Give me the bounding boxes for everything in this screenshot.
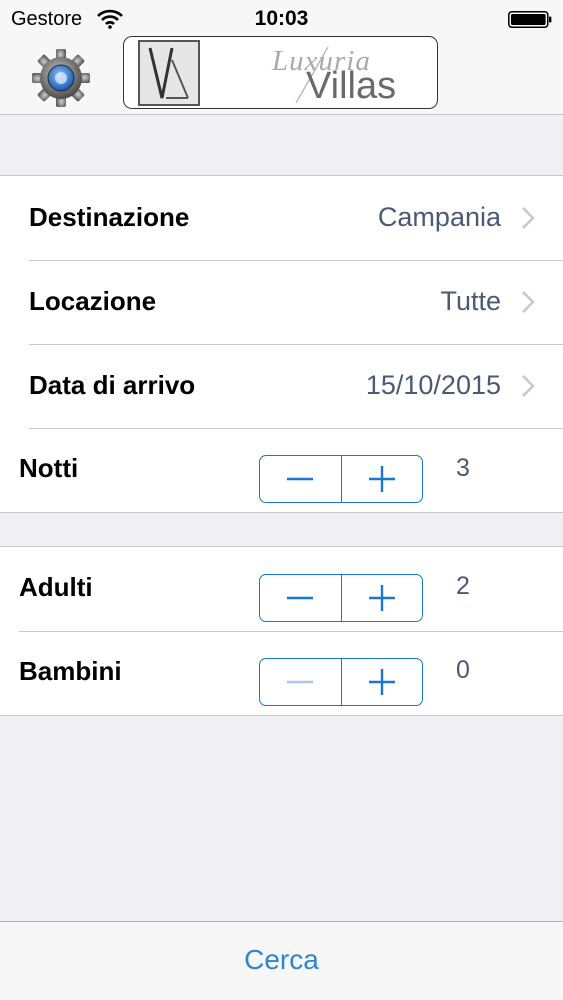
nights-row: Notti 3 <box>0 429 563 513</box>
location-value: Tutte <box>440 286 501 316</box>
children-stepper[interactable] <box>259 658 423 706</box>
adults-increment-button[interactable] <box>340 575 423 621</box>
plus-icon <box>368 585 395 611</box>
arrival-date-row[interactable]: Data di arrivo 15/10/2015 <box>0 345 563 428</box>
children-label: Bambini <box>19 656 122 686</box>
minus-icon <box>287 680 314 684</box>
chevron-right-icon <box>522 375 535 397</box>
search-form-section-1: Destinazione Campania Locazione Tutte Da… <box>0 175 563 513</box>
adults-row: Adulti 2 <box>0 547 563 631</box>
search-button[interactable]: Cerca <box>0 944 563 976</box>
children-value: 0 <box>456 656 470 684</box>
arrival-date-label: Data di arrivo <box>29 370 196 400</box>
nights-value: 3 <box>456 454 470 482</box>
location-row[interactable]: Locazione Tutte <box>0 261 563 344</box>
children-increment-button[interactable] <box>340 659 423 705</box>
brand-logo: Luxuria Villas <box>123 36 438 109</box>
adults-value: 2 <box>456 572 470 600</box>
adults-stepper[interactable] <box>259 574 423 622</box>
bottom-toolbar: Cerca <box>0 921 563 1000</box>
minus-icon <box>287 477 314 481</box>
destination-label: Destinazione <box>29 202 190 232</box>
destination-value: Campania <box>377 202 501 232</box>
adults-label: Adulti <box>19 572 93 602</box>
logo-word-text: Villas <box>306 65 397 107</box>
children-decrement-button[interactable] <box>260 659 341 705</box>
search-form-section-2: Adulti 2 Bambini 0 <box>0 546 563 716</box>
nights-label: Notti <box>19 453 79 483</box>
nights-stepper[interactable] <box>259 455 423 503</box>
chevron-right-icon <box>522 207 535 229</box>
battery-icon <box>508 11 552 28</box>
location-label: Locazione <box>29 286 157 316</box>
arrival-date-value: 15/10/2015 <box>365 370 501 400</box>
chevron-right-icon <box>522 291 535 313</box>
minus-icon <box>287 596 314 600</box>
nights-increment-button[interactable] <box>340 456 423 502</box>
nights-decrement-button[interactable] <box>260 456 341 502</box>
destination-row[interactable]: Destinazione Campania <box>0 176 563 260</box>
plus-icon <box>368 466 395 492</box>
navigation-bar: Luxuria Villas <box>0 36 563 115</box>
plus-icon <box>368 669 395 695</box>
logo-monogram <box>138 40 200 106</box>
status-clock: 10:03 <box>254 7 309 30</box>
status-bar: Gestore 10:03 <box>0 0 563 38</box>
adults-decrement-button[interactable] <box>260 575 341 621</box>
children-row: Bambini 0 <box>0 632 563 716</box>
gear-icon[interactable] <box>31 48 91 108</box>
